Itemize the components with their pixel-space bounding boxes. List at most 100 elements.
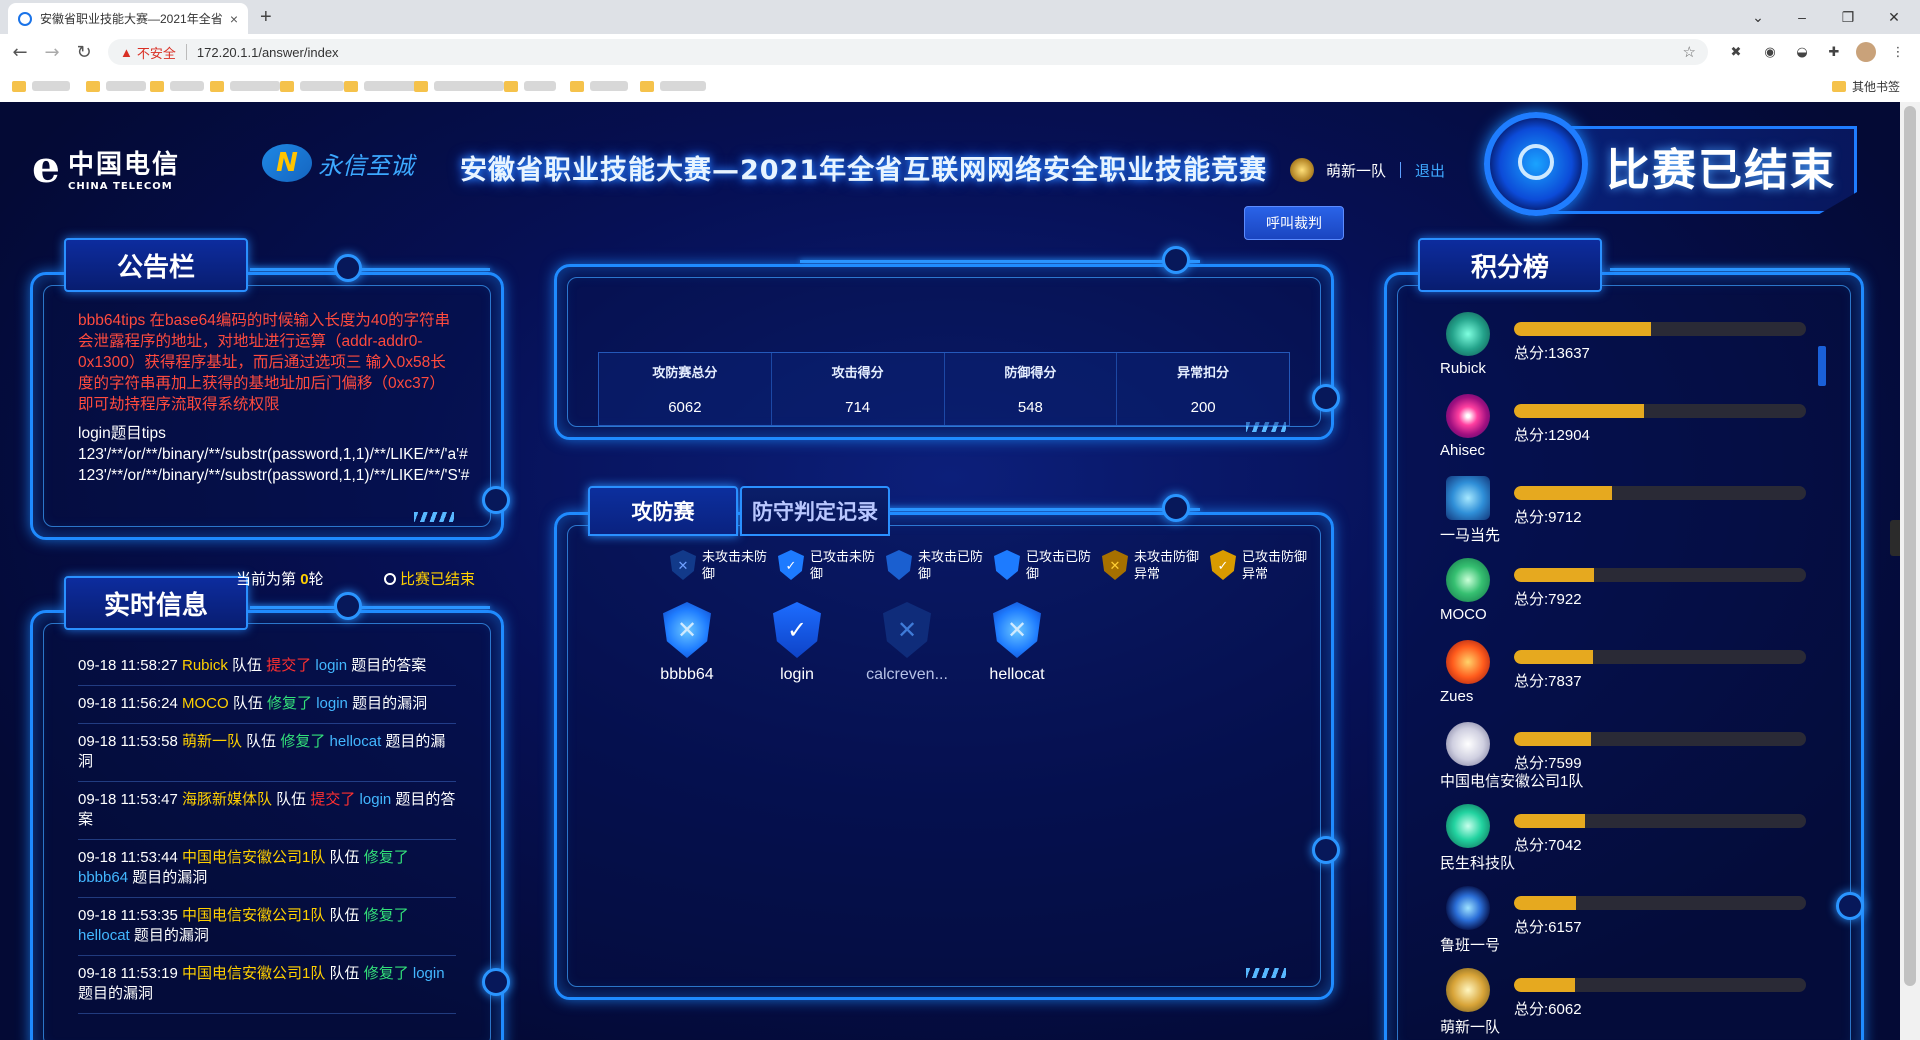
- profile-dropdown-icon[interactable]: ⌄: [1736, 0, 1780, 34]
- team-name: 民生科技队: [1440, 855, 1516, 872]
- legend-item: ✓ 已攻击未防御: [778, 548, 876, 582]
- score-row: MOCO 总分:7922: [1440, 558, 1810, 640]
- score-bar-fill: [1514, 650, 1593, 664]
- logout-link[interactable]: 退出: [1415, 160, 1445, 181]
- feed-team: 中国电信安徽公司1队: [181, 907, 326, 924]
- page-content: e 中国电信 CHINA TELECOM N 永信至诚 安徽省职业技能大赛—20…: [0, 102, 1900, 1040]
- maximize-button[interactable]: ❐: [1826, 0, 1870, 34]
- shield-glow-icon: ✕: [993, 602, 1041, 658]
- shield-blue-icon: [886, 550, 912, 580]
- status-legend: ✕ 未攻击未防御 ✓ 已攻击未防御 未攻击已防御 已攻击已防御 ✕ 未攻击防御异…: [670, 548, 1318, 582]
- bookmark-item[interactable]: [504, 79, 556, 93]
- bookmark-item[interactable]: [210, 79, 280, 93]
- bookmark-item[interactable]: [414, 79, 504, 93]
- feed-time: 09-18 11:56:24: [78, 695, 178, 712]
- bookmark-item[interactable]: [570, 79, 628, 93]
- legend-label: 已攻击防御异常: [1242, 549, 1308, 581]
- security-label[interactable]: 不安全: [137, 43, 176, 62]
- call-referee-button[interactable]: 呼叫裁判: [1244, 206, 1344, 240]
- challenge-name: calcreven...: [866, 666, 948, 683]
- address-bar[interactable]: ▲ 不安全 172.20.1.1/answer/index ☆: [108, 39, 1708, 65]
- scrollbar-thumb[interactable]: [1904, 106, 1916, 986]
- extensions-puzzle-icon[interactable]: ✚: [1824, 42, 1844, 62]
- bookmarks-bar: 其他书签: [0, 70, 1920, 103]
- folder-icon: [150, 80, 164, 92]
- minimize-button[interactable]: –: [1780, 0, 1824, 34]
- feed-team: 萌新一队: [181, 733, 242, 750]
- folder-icon: [280, 80, 294, 92]
- bookmark-item[interactable]: [640, 79, 706, 93]
- legend-label: 未攻击已防御: [918, 549, 984, 581]
- feed-team: 中国电信安徽公司1队: [181, 849, 326, 866]
- deco-circle: [482, 968, 510, 996]
- team-avatar: [1446, 640, 1490, 684]
- tab-attack-defense[interactable]: 攻防赛: [588, 486, 738, 536]
- scoreboard-scroll-thumb[interactable]: [1818, 346, 1826, 386]
- challenge-item[interactable]: ✓ login: [742, 602, 852, 684]
- team-total: 总分:6157: [1514, 919, 1582, 936]
- feed-action: 提交了: [266, 657, 312, 674]
- team-total: 总分:13637: [1514, 345, 1590, 362]
- team-avatar: [1446, 558, 1490, 602]
- challenge-item[interactable]: ✕ bbbb64: [632, 602, 742, 684]
- bookmark-item[interactable]: [280, 79, 344, 93]
- extension-badge-icon[interactable]: ◉: [1760, 42, 1780, 62]
- challenge-item[interactable]: ✕ calcreven...: [852, 602, 962, 684]
- deco-line: [250, 606, 490, 609]
- stats-value: 6062: [599, 389, 772, 425]
- feed-team: 海豚新媒体队: [181, 791, 272, 808]
- close-window-button[interactable]: ✕: [1872, 0, 1916, 34]
- folder-icon: [640, 80, 654, 92]
- deco-line: [800, 260, 1200, 263]
- team-total: 总分:9712: [1514, 509, 1582, 526]
- feed-action: 提交了: [310, 791, 356, 808]
- back-arrow-icon[interactable]: ←: [8, 40, 32, 64]
- score-row: Ahisec 总分:12904: [1440, 394, 1810, 476]
- team-name: 萌新一队: [1440, 1019, 1501, 1036]
- browser-tab[interactable]: 安徽省职业技能大赛—2021年全省 ×: [8, 3, 248, 34]
- user-divider: [1400, 162, 1402, 178]
- reload-icon[interactable]: ↻: [72, 40, 96, 64]
- team-name: MOCO: [1440, 606, 1487, 623]
- extension-x-icon[interactable]: ✖: [1726, 42, 1746, 62]
- menu-kebab-icon[interactable]: ⋮: [1888, 42, 1908, 62]
- profile-avatar[interactable]: [1856, 42, 1876, 62]
- extension-hat-icon[interactable]: ◒: [1792, 42, 1812, 62]
- folder-icon: [570, 80, 584, 92]
- feed-time: 09-18 11:53:47: [78, 791, 178, 808]
- page-scrollbar[interactable]: [1900, 102, 1920, 1040]
- shield-glow-icon: ✕: [663, 602, 711, 658]
- bookmark-item[interactable]: [12, 79, 70, 93]
- other-bookmarks[interactable]: 其他书签: [1831, 78, 1900, 95]
- challenge-item[interactable]: ✕ hellocat: [962, 602, 1072, 684]
- team-total: 总分:7837: [1514, 673, 1582, 690]
- new-tab-button[interactable]: +: [260, 6, 272, 29]
- score-bar-fill: [1514, 568, 1594, 582]
- team-total: 总分:7599: [1514, 755, 1582, 772]
- forward-arrow-icon[interactable]: →: [40, 40, 64, 64]
- bookmark-item[interactable]: [86, 79, 146, 93]
- feed-item: 09-18 11:58:27 Rubick 队伍 提交了 login 题目的答案: [78, 648, 456, 686]
- tab-close-icon[interactable]: ×: [230, 11, 238, 27]
- feed-time: 09-18 11:53:35: [78, 907, 178, 924]
- team-name: 鲁班一号: [1440, 937, 1501, 954]
- bookmark-item[interactable]: [344, 79, 424, 93]
- score-bar: [1514, 322, 1806, 336]
- page-title: 安徽省职业技能大赛—2021年全省互联网网络安全职业技能竞赛: [460, 155, 1268, 186]
- legend-item: 未攻击已防御: [886, 548, 984, 582]
- stats-header: 异常扣分: [1177, 364, 1230, 380]
- feed-action: 修复了: [280, 733, 326, 750]
- bookmark-item[interactable]: [150, 79, 204, 93]
- side-panel-handle[interactable]: [1890, 520, 1900, 556]
- contest-status-badge: 比赛已结束: [1484, 112, 1874, 222]
- legend-item: 已攻击已防御: [994, 548, 1092, 582]
- deco-line: [250, 268, 490, 271]
- legend-label: 未攻击未防御: [702, 549, 768, 581]
- user-area: 萌新一队 退出: [1290, 158, 1445, 182]
- bookmark-star-icon[interactable]: ☆: [1683, 43, 1696, 61]
- feed-team-word: 队伍: [329, 849, 360, 866]
- team-total: 总分:6062: [1514, 1001, 1582, 1018]
- tab-defense-records[interactable]: 防守判定记录: [740, 486, 890, 536]
- shield-dark-x-icon: ✕: [670, 550, 696, 580]
- url-text[interactable]: 172.20.1.1/answer/index: [197, 45, 339, 60]
